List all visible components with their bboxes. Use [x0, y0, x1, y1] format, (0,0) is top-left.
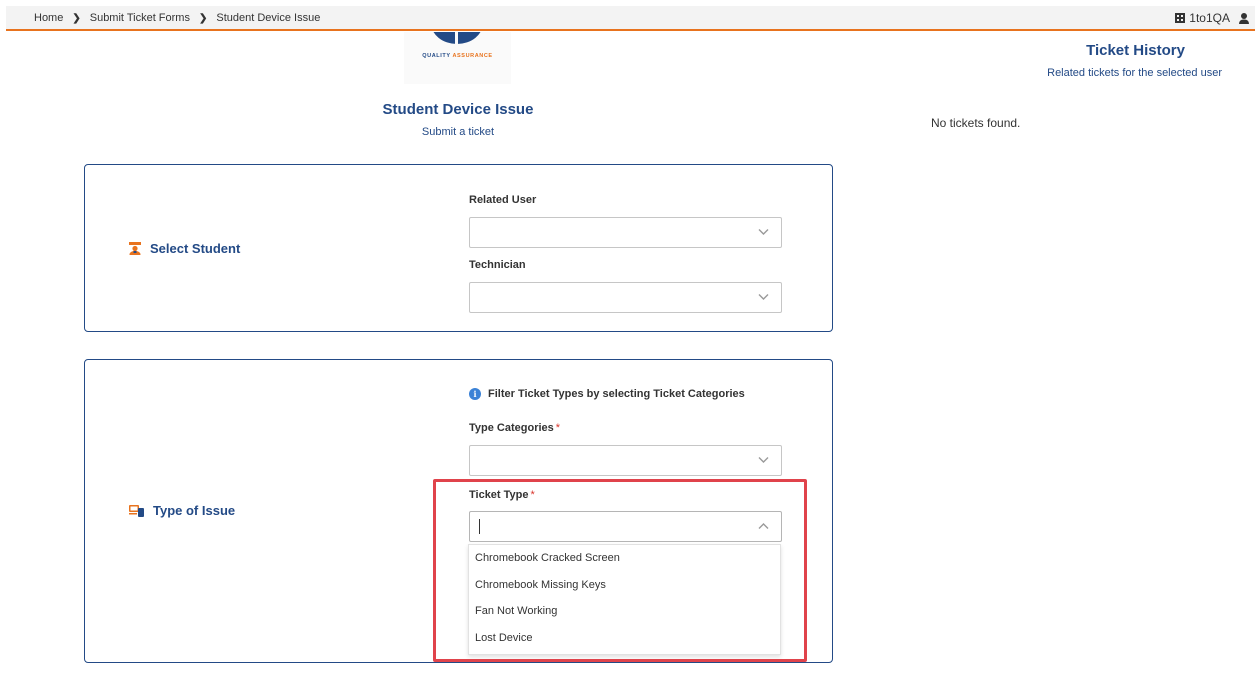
org-name: 1to1QA	[1189, 11, 1230, 25]
ticket-type-select[interactable]	[469, 511, 782, 542]
select-student-label: Select Student	[129, 241, 240, 256]
breadcrumb-home[interactable]: Home	[34, 12, 63, 24]
ticket-history-title: Ticket History	[1086, 42, 1185, 59]
logo-text: QUALITY ASSURANCE	[422, 53, 493, 59]
chevron-down-icon	[758, 294, 769, 300]
chevron-down-icon	[758, 457, 769, 463]
ticket-type-option[interactable]: Chromebook Cracked Screen	[469, 545, 780, 572]
no-tickets-message: No tickets found.	[931, 116, 1021, 130]
breadcrumb-current-page: Student Device Issue	[216, 12, 321, 24]
technician-select[interactable]	[469, 282, 782, 313]
student-icon	[129, 242, 141, 255]
info-icon: i	[469, 388, 481, 400]
text-cursor	[479, 519, 480, 534]
type-categories-label: Type Categories *	[469, 422, 561, 434]
user-icon[interactable]	[1239, 12, 1249, 24]
breadcrumb-chevron-icon: ❯	[198, 12, 208, 24]
ticket-type-option[interactable]: Fan Not Working	[469, 598, 780, 625]
related-user-select[interactable]	[469, 217, 782, 248]
ticket-type-options: Chromebook Cracked Screen Chromebook Mis…	[468, 544, 781, 655]
qa-logo: QUALITY ASSURANCE	[404, 32, 511, 84]
devices-icon	[129, 504, 144, 517]
building-icon	[1175, 13, 1186, 23]
ticket-type-label: Ticket Type *	[469, 489, 535, 501]
ticket-type-option[interactable]: Lost Device	[469, 625, 780, 652]
filter-info: i Filter Ticket Types by selecting Ticke…	[469, 388, 745, 400]
ticket-history-subtitle: Related tickets for the selected user	[1047, 67, 1222, 79]
chevron-down-icon	[758, 229, 769, 235]
top-bar: Home ❯ Submit Ticket Forms ❯ Student Dev…	[6, 6, 1255, 31]
breadcrumb: Home ❯ Submit Ticket Forms ❯ Student Dev…	[34, 12, 320, 24]
breadcrumb-submit-ticket-forms[interactable]: Submit Ticket Forms	[90, 12, 190, 24]
type-categories-select[interactable]	[469, 445, 782, 476]
related-user-label: Related User	[469, 194, 537, 206]
technician-label: Technician	[469, 259, 526, 271]
breadcrumb-chevron-icon: ❯	[72, 12, 81, 24]
select-student-card: Select Student Related User Technician	[84, 164, 833, 332]
page-subtitle: Submit a ticket	[421, 126, 495, 138]
org-switcher[interactable]: 1to1QA	[1175, 11, 1249, 25]
page-title: Student Device Issue	[382, 101, 534, 118]
chevron-up-icon	[758, 523, 769, 529]
type-of-issue-label: Type of Issue	[129, 503, 235, 518]
ticket-type-option[interactable]: Chromebook Missing Keys	[469, 572, 780, 599]
